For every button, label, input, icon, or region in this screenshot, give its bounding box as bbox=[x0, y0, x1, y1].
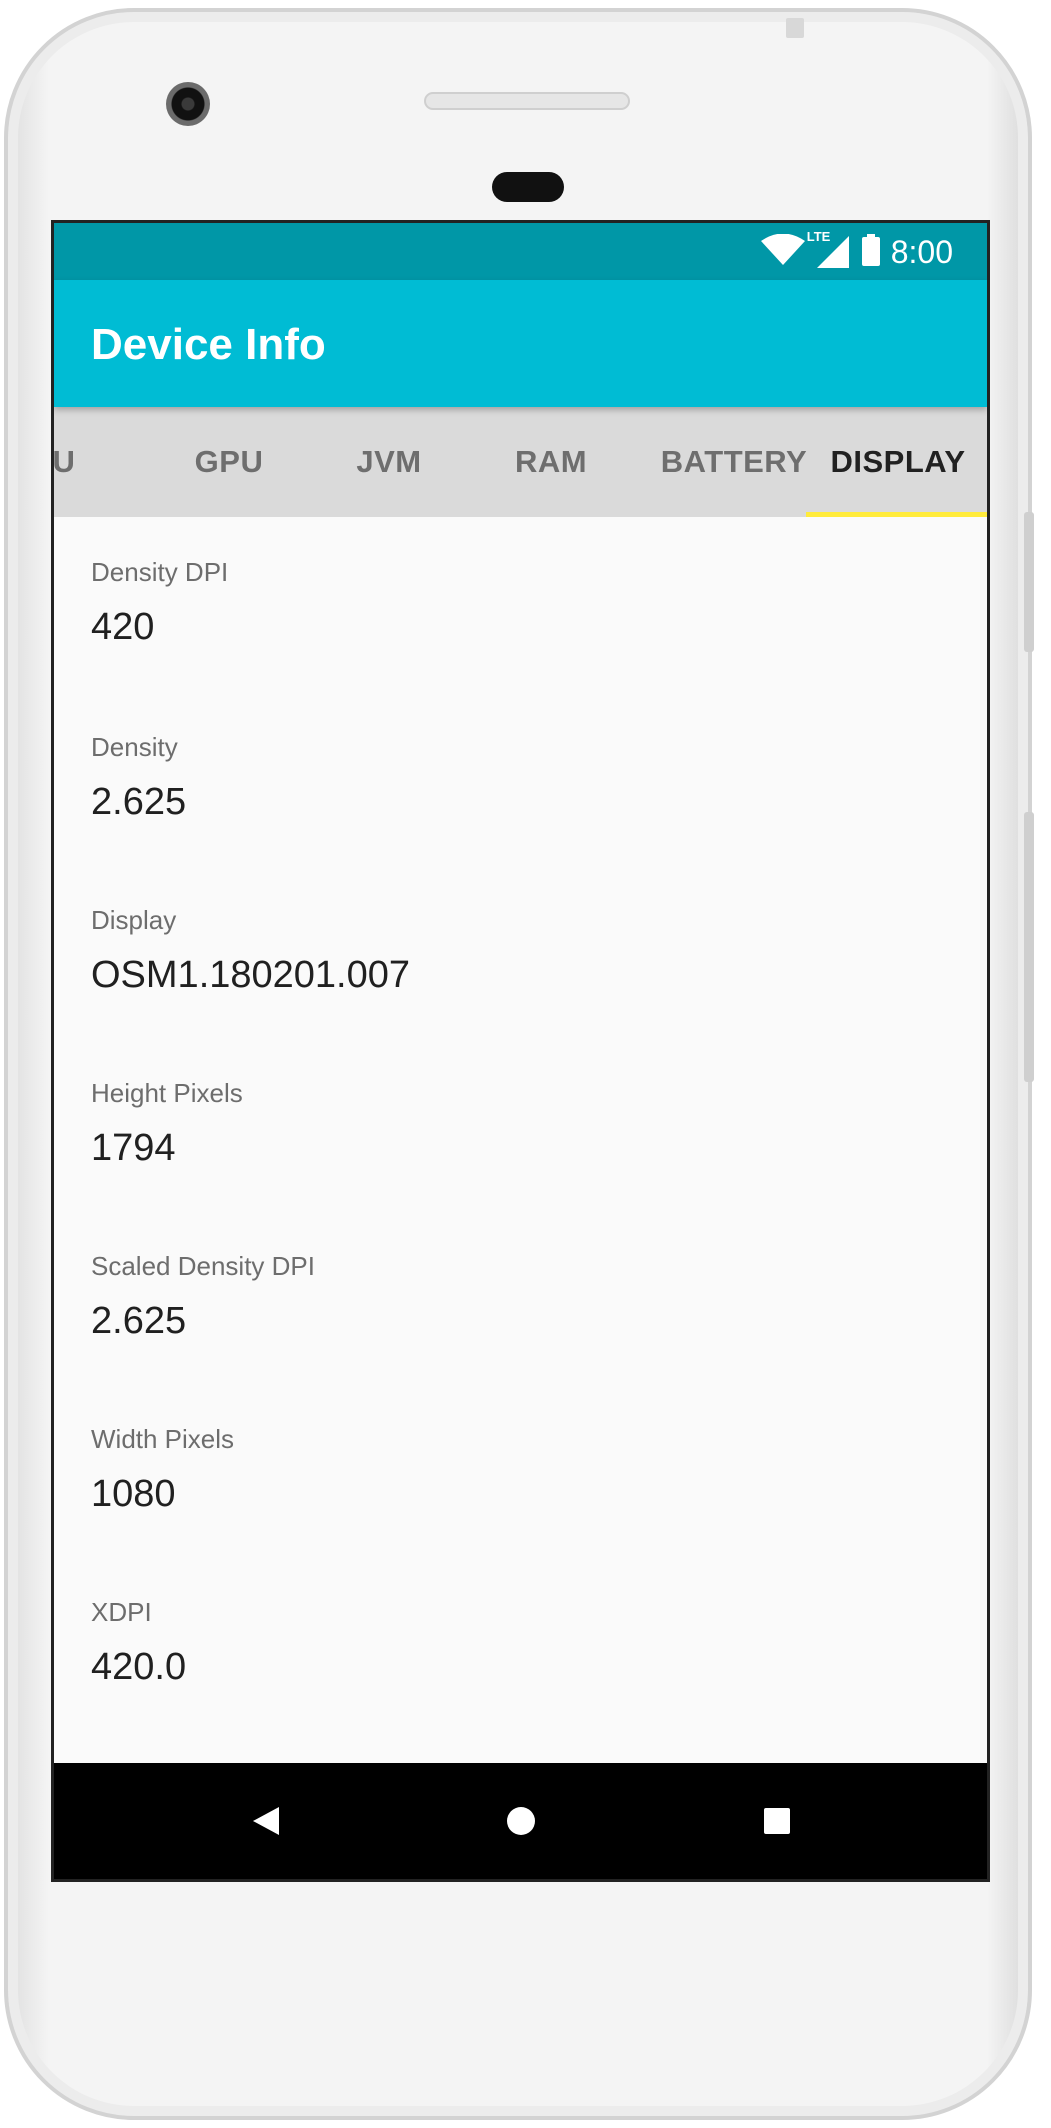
earpiece-speaker bbox=[424, 92, 630, 110]
list-item: Height Pixels 1794 bbox=[91, 1078, 951, 1170]
proximity-sensor bbox=[492, 172, 564, 202]
status-time: 8:00 bbox=[890, 234, 953, 270]
info-label: Display bbox=[91, 905, 177, 935]
volume-button bbox=[1024, 812, 1034, 1082]
info-label: Density DPI bbox=[91, 557, 229, 587]
app-bar: Device Info bbox=[54, 280, 987, 407]
info-value: 420 bbox=[91, 606, 155, 648]
front-camera bbox=[166, 82, 210, 126]
info-value: OSM1.180201.007 bbox=[91, 954, 411, 996]
tab-jvm[interactable]: JVM bbox=[324, 407, 454, 517]
battery-icon bbox=[861, 233, 881, 271]
page: LTE 8:00 Device Info U GPU JVM RAM BATTE… bbox=[0, 0, 1051, 2128]
tab-ram[interactable]: RAM bbox=[486, 407, 616, 517]
lte-label: LTE bbox=[806, 229, 831, 244]
tab-gpu[interactable]: GPU bbox=[164, 407, 294, 517]
info-label: XDPI bbox=[91, 1597, 152, 1627]
home-icon[interactable] bbox=[491, 1791, 551, 1851]
phone-top-button bbox=[786, 18, 804, 38]
wifi-icon bbox=[760, 233, 805, 271]
info-value: 2.625 bbox=[91, 781, 187, 823]
info-label: Density bbox=[91, 732, 178, 762]
tab-bar: U GPU JVM RAM BATTERY DISPLAY bbox=[54, 407, 987, 517]
recents-icon[interactable] bbox=[747, 1791, 807, 1851]
list-item: Display OSM1.180201.007 bbox=[91, 905, 951, 997]
display-info-list[interactable]: Density DPI 420 Density 2.625 Display OS… bbox=[54, 517, 987, 1763]
info-label: Scaled Density DPI bbox=[91, 1251, 315, 1281]
info-value: 1794 bbox=[91, 1127, 176, 1169]
back-icon[interactable] bbox=[236, 1791, 296, 1851]
list-item: Density 2.625 bbox=[91, 732, 951, 824]
list-item: Width Pixels 1080 bbox=[91, 1424, 951, 1516]
list-item: Density DPI 420 bbox=[91, 557, 951, 649]
phone-screen: LTE 8:00 Device Info U GPU JVM RAM BATTE… bbox=[51, 220, 990, 1882]
list-item: Scaled Density DPI 2.625 bbox=[91, 1251, 951, 1343]
navigation-bar bbox=[54, 1763, 987, 1879]
lte-signal-icon: LTE bbox=[807, 229, 851, 269]
info-value: 2.625 bbox=[91, 1300, 187, 1342]
list-item: XDPI 420.0 bbox=[91, 1597, 951, 1689]
tab-battery[interactable]: BATTERY bbox=[639, 407, 829, 517]
tab-cpu-partial[interactable]: U bbox=[54, 407, 84, 517]
info-label: Width Pixels bbox=[91, 1424, 235, 1454]
info-value: 1080 bbox=[91, 1473, 176, 1515]
app-title: Device Info bbox=[91, 320, 326, 369]
info-label: Height Pixels bbox=[91, 1078, 243, 1108]
info-value: 420.0 bbox=[91, 1646, 187, 1688]
power-button bbox=[1024, 512, 1034, 652]
status-bar: LTE 8:00 bbox=[54, 223, 987, 280]
tab-display[interactable]: DISPLAY bbox=[806, 407, 987, 517]
